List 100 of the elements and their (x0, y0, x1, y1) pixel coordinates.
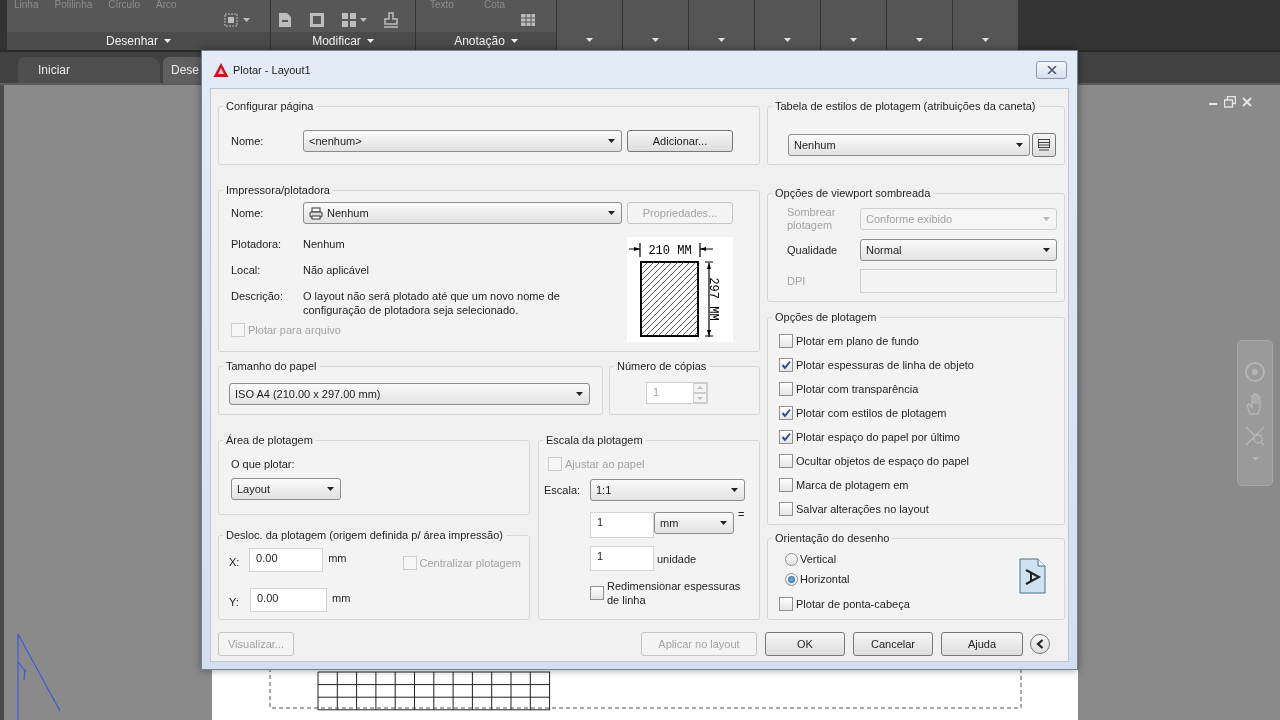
field-value: Não aplicável (303, 263, 371, 277)
checkbox-label: Ocultar objetos de espaço do papel (796, 455, 970, 467)
checkbox[interactable] (779, 382, 793, 396)
dropdown[interactable]: Nenhum (303, 202, 622, 224)
field-label: Descrição: (231, 289, 284, 304)
checkbox[interactable] (779, 597, 793, 611)
field-value: O layout não será plotado até que um novo nome de configuração de plotadora seja selecionado. (303, 289, 561, 317)
file-tab[interactable]: Iniciar (18, 57, 160, 83)
field-value: Nenhum (303, 237, 346, 251)
panel-footer[interactable]: Modificar (271, 32, 415, 50)
field-label: Plotadora: (231, 237, 283, 251)
field-label: mm (328, 552, 347, 564)
spinner-arrows-icon (693, 383, 707, 403)
input-field[interactable]: 1 (590, 546, 654, 571)
dropdown[interactable]: Layout (231, 478, 341, 500)
checkbox[interactable] (779, 430, 793, 444)
table-icon (520, 12, 536, 28)
printer-icon (309, 206, 323, 220)
radio-button[interactable] (785, 552, 798, 566)
field-label: = (738, 508, 745, 520)
add-button[interactable]: Adicionar... (627, 130, 733, 152)
selection-rectangle-icon (223, 12, 239, 28)
caret-icon[interactable] (916, 37, 923, 42)
caret-icon[interactable] (586, 37, 593, 42)
caret-icon (720, 521, 727, 525)
checkbox-label: Plotar com transparência (796, 383, 919, 395)
field-label: Nome: (231, 135, 265, 147)
group-title: Opções de viewport sombreada (775, 187, 931, 199)
check-icon (780, 431, 792, 443)
dropdown[interactable]: 1:1 (590, 479, 745, 501)
dropdown[interactable]: Normal (860, 239, 1057, 261)
group-title: Desloc. da plotagem (origem definida p/ área impressão) (226, 529, 503, 541)
grid-icon (341, 12, 357, 28)
chevron-left-icon (1036, 639, 1044, 649)
group-title: Tabela de estilos de plotagem (atribuições da caneta) (775, 100, 1036, 112)
window-title: Plotar - Layout1 (233, 63, 311, 76)
group-title: Escala da plotagem (546, 434, 643, 446)
triangle-icon (213, 61, 229, 78)
checkbox[interactable] (779, 478, 793, 492)
panel-footer[interactable]: Anotação (416, 32, 556, 50)
checkbox-label: Salvar alterações no layout (796, 503, 929, 515)
panel-title: Modificar (312, 34, 361, 48)
panel-title: Anotação (454, 34, 505, 48)
ok-button[interactable]: OK (765, 632, 845, 656)
caret-icon (1043, 248, 1050, 252)
dropdown[interactable]: ISO A4 (210.00 x 297.00 mm) (229, 383, 590, 405)
group-title: Impressora/plotadora (226, 184, 330, 196)
restore-icon[interactable] (1224, 96, 1236, 108)
caret-icon[interactable] (652, 37, 659, 42)
close-button[interactable] (1036, 60, 1067, 79)
close-icon[interactable] (1242, 96, 1252, 108)
checkbox-label: Plotar em plano de fundo (796, 335, 919, 347)
caret-icon[interactable] (784, 37, 791, 42)
check-icon (780, 359, 792, 371)
caret-icon[interactable] (982, 37, 989, 42)
caret-icon[interactable] (850, 37, 857, 42)
checkbox[interactable] (779, 454, 793, 468)
panel-title: Desenhar (106, 34, 158, 48)
help-button[interactable]: Ajuda (941, 632, 1023, 656)
collapse-button[interactable] (1030, 634, 1050, 654)
checkbox[interactable] (590, 586, 604, 600)
input-field[interactable]: 1 (590, 512, 654, 538)
dimension-label: 210 MM (648, 244, 692, 258)
field-label: Nome: (231, 207, 265, 219)
group-title: Orientação do desenho (775, 532, 890, 544)
checkbox[interactable] (779, 502, 793, 516)
dropdown[interactable]: mm (654, 512, 734, 534)
checkbox-label: Marca de plotagem em (796, 479, 909, 491)
field-label: Escala: (544, 484, 582, 496)
radio-button[interactable] (785, 572, 798, 586)
checkbox[interactable] (779, 406, 793, 420)
caret-icon[interactable] (164, 39, 171, 43)
checkbox-label: Plotar espessuras de linha de objeto (796, 359, 974, 371)
checkbox[interactable] (779, 334, 793, 348)
panel-footer[interactable]: Desenhar (7, 32, 270, 50)
caret-icon (360, 18, 367, 22)
radio-label: Vertical (800, 553, 837, 565)
caret-icon[interactable] (718, 37, 725, 42)
checkbox-label: Plotar com estilos de plotagem (796, 407, 947, 419)
caret-icon[interactable] (510, 39, 518, 43)
input-field[interactable]: 0.00 (250, 588, 327, 612)
checkbox-label: Redimensionar espessuras de linha (607, 579, 742, 607)
square-icon (309, 12, 325, 28)
edit-style-button[interactable] (1032, 133, 1056, 157)
close-icon (1046, 65, 1057, 74)
dropdown[interactable]: Nenhum (788, 134, 1031, 156)
group-title: Número de cópias (617, 360, 707, 372)
field-label: unidade (657, 552, 697, 565)
checkbox-label: Plotar de ponta-cabeça (796, 598, 910, 610)
caret-icon[interactable] (366, 39, 374, 43)
caret-icon (576, 392, 583, 396)
radio-label: Horizontal (800, 573, 850, 585)
input-field[interactable]: 0.00 (249, 548, 324, 572)
field-label: X: (229, 556, 241, 568)
group-title: Opções de plotagem (775, 311, 877, 323)
document-arrow-icon (277, 12, 293, 28)
dimension-label: 297 MM (706, 277, 720, 321)
dropdown[interactable]: <nenhum> (303, 130, 622, 152)
checkbox[interactable] (779, 358, 793, 372)
cancel-button[interactable]: Cancelar (853, 632, 933, 656)
